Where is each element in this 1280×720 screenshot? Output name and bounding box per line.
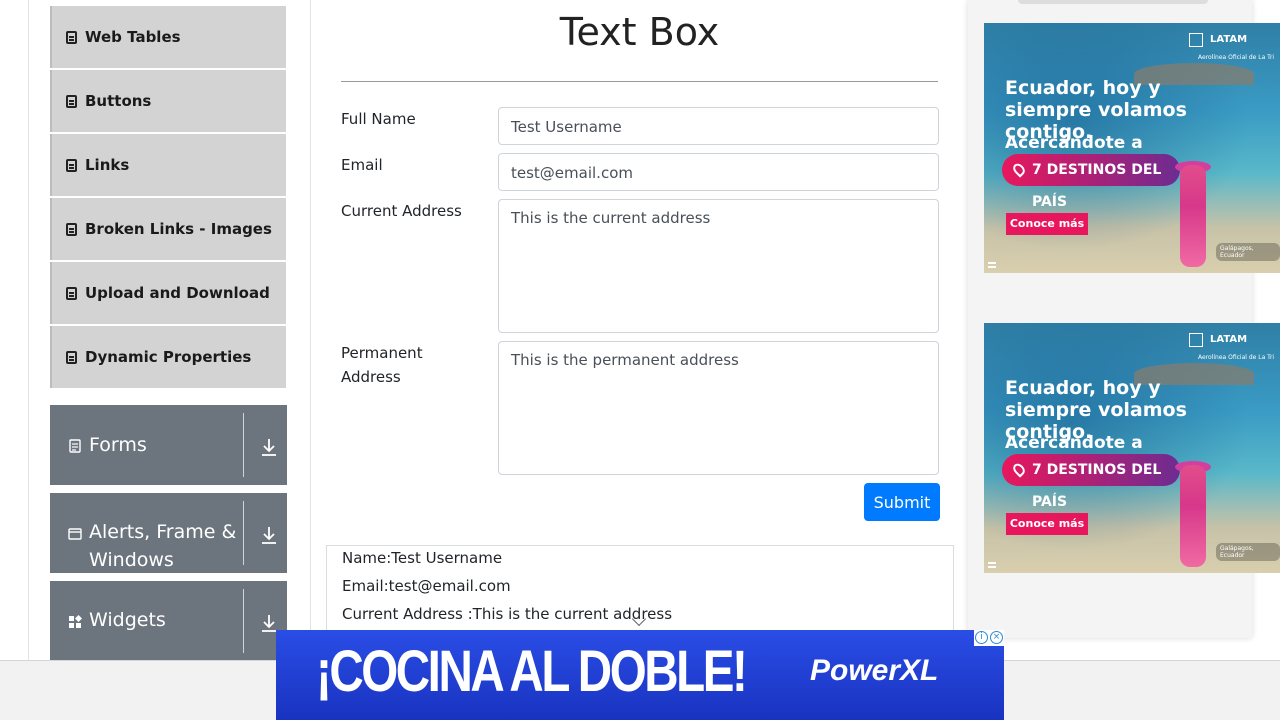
sidebar-item-dynamic-properties[interactable]: Dynamic Properties (50, 326, 286, 388)
output-current-address: Current Address :This is the current add… (342, 605, 673, 623)
output-name: Name:Test Username (342, 549, 503, 567)
ad-brand-tag: Aerolínea Oficial de La Tri (1198, 54, 1275, 61)
sidebar-item-label: Broken Links - Images (85, 220, 272, 238)
ad-destinations-pill: 7 DESTINOS DEL PAÍS (1002, 454, 1180, 510)
sidebar-item-upload-download[interactable]: Upload and Download (50, 262, 286, 324)
list-icon (66, 350, 77, 364)
title-divider (341, 81, 938, 82)
full-name-label: Full Name (341, 110, 416, 128)
latam-logo-icon (1189, 333, 1203, 347)
current-address-label: Current Address (341, 202, 462, 220)
sidebar-item-label: Upload and Download (85, 284, 270, 302)
sidebar-item-label: Links (85, 156, 130, 174)
sidebar-item-label: Web Tables (85, 28, 181, 46)
ad-subheadline: Acercándote a (1005, 433, 1143, 453)
output-email: Email:test@email.com (342, 577, 511, 595)
ad-location: Galápagos, Ecuador (1216, 543, 1280, 561)
ad-location: Galápagos, Ecuador (1216, 243, 1280, 261)
submit-button[interactable]: Submit (864, 483, 940, 521)
permanent-address-label: Permanent Address (341, 344, 423, 386)
banner-brand: PowerXL (810, 654, 939, 687)
location-pin-icon (1010, 461, 1028, 478)
powerxl-banner-ad[interactable]: ¡COCINA AL DOBLE! PowerXL i × (276, 630, 1004, 720)
latam-ad-2[interactable]: LATAM Aerolínea Oficial de La Tri Ecuado… (984, 323, 1280, 573)
sidebar-item-label: Dynamic Properties (85, 348, 252, 366)
banner-headline: ¡COCINA AL DOBLE! (316, 639, 748, 704)
email-input[interactable]: test@email.com (498, 153, 939, 191)
sidebar-item-web-tables[interactable]: Web Tables (50, 6, 286, 68)
group-separator (243, 501, 244, 565)
sidebar-item-links[interactable]: Links (50, 134, 286, 196)
current-address-textarea[interactable]: This is the current address (498, 199, 939, 333)
location-pin-icon (1010, 161, 1028, 178)
ad-top-stripe (1018, 0, 1208, 4)
group-header-alerts-frame-windows[interactable]: Alerts, Frame & Windows (50, 493, 287, 573)
window-icon (68, 528, 82, 540)
sidebar-item-label: Buttons (85, 92, 152, 110)
email-label: Email (341, 156, 383, 174)
latam-ad-1[interactable]: LATAM Aerolínea Oficial de La Tri Ecuado… (984, 23, 1280, 273)
group-label: Forms (89, 434, 147, 456)
document-icon (69, 439, 81, 453)
full-name-input[interactable]: Test Username (498, 107, 939, 145)
group-separator (243, 589, 244, 653)
ad-brand-tag: Aerolínea Oficial de La Tri (1198, 354, 1275, 361)
list-icon (66, 222, 77, 236)
ad-brand: LATAM (1210, 34, 1248, 45)
ad-subheadline: Acercándote a (1005, 133, 1143, 153)
group-separator (243, 413, 244, 477)
list-icon (66, 286, 77, 300)
permanent-address-textarea[interactable]: This is the permanent address (498, 341, 939, 475)
ad-person (1180, 165, 1206, 267)
ad-cta-button[interactable]: Conoce más (1006, 513, 1088, 535)
ad-info-icon[interactable]: i (975, 631, 988, 644)
ad-brand: LATAM (1210, 334, 1248, 345)
group-header-forms[interactable]: Forms (50, 405, 287, 485)
sidebar-item-buttons[interactable]: Buttons (50, 70, 286, 132)
ad-destinations-pill: 7 DESTINOS DEL PAÍS (1002, 154, 1180, 210)
ad-menu-icon[interactable] (988, 562, 996, 568)
list-icon (66, 94, 77, 108)
ad-controls: i × (974, 630, 1004, 646)
main-divider (310, 0, 311, 660)
group-header-widgets[interactable]: Widgets (50, 581, 287, 661)
ad-menu-icon[interactable] (988, 262, 996, 268)
list-icon (66, 158, 77, 172)
close-icon[interactable]: × (990, 631, 1003, 644)
ad-person (1180, 465, 1206, 567)
group-label: Alerts, Frame & Windows (89, 521, 237, 571)
widgets-icon (69, 615, 82, 628)
page-title: Text Box (559, 10, 720, 54)
download-arrow-icon[interactable] (260, 437, 278, 457)
list-icon (66, 30, 77, 44)
group-label: Widgets (89, 609, 166, 631)
ad-cta-button[interactable]: Conoce más (1006, 213, 1088, 235)
latam-logo-icon (1189, 33, 1203, 47)
sidebar-item-broken-links[interactable]: Broken Links - Images (50, 198, 286, 260)
download-arrow-icon[interactable] (260, 525, 278, 545)
left-gutter-divider (28, 0, 29, 660)
